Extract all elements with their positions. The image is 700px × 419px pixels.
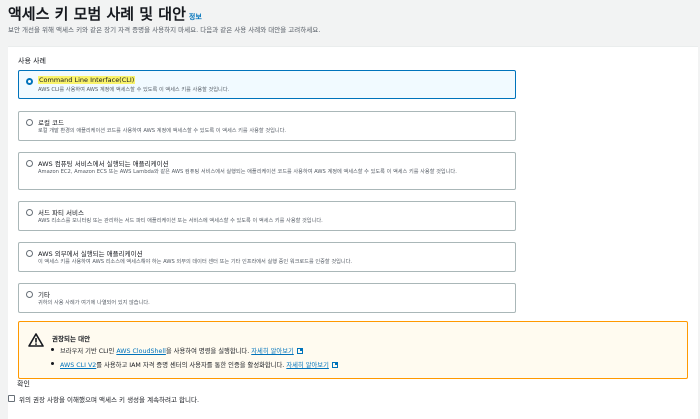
option-title-outside-aws: AWS 외부에서 실행되는 애플리케이션 <box>38 250 143 258</box>
option-desc-third-party: AWS 리소스를 모니터링 또는 관리하는 서드 파티 애플리케이션 또는 서비… <box>38 218 323 224</box>
alert-item1-pre: 브라우저 기반 CLI인 <box>60 348 115 355</box>
info-link[interactable]: 정보 <box>189 13 202 21</box>
use-case-option-cli[interactable]: Command Line Interface(CLI) AWS CLI를 사용하… <box>18 70 516 99</box>
option-title-cli: Command Line Interface(CLI) <box>38 76 136 84</box>
external-link-icon <box>296 348 303 354</box>
alert-title: 권장되는 대안 <box>52 335 91 343</box>
option-title-aws-compute: AWS 컴퓨팅 서비스에서 실행되는 애플리케이션 <box>38 160 169 168</box>
external-link-icon <box>331 362 338 368</box>
radio-third-party[interactable] <box>26 209 33 216</box>
use-case-label: 사용 사례 <box>18 57 46 65</box>
bullet <box>51 348 54 351</box>
option-title-third-party: 서드 파티 서비스 <box>38 209 84 217</box>
use-case-option-aws-compute[interactable]: AWS 컴퓨팅 서비스에서 실행되는 애플리케이션 Amazon EC2, Am… <box>18 152 516 190</box>
cli-v2-link[interactable]: AWS CLI V2 <box>60 362 96 369</box>
option-desc-outside-aws: 이 액세스 키를 사용하여 AWS 리소스에 액세스해야 하는 AWS 외부의 … <box>38 259 353 265</box>
option-title-local-code: 로컬 코드 <box>38 119 64 127</box>
alert-item2-post: 를 사용하고 IAM 자격 증명 센터의 사용자를 통한 인증을 활성화합니다. <box>96 362 285 369</box>
radio-aws-compute[interactable] <box>26 160 33 167</box>
use-case-panel: 사용 사례 Command Line Interface(CLI) AWS CL… <box>8 46 698 419</box>
use-case-option-local-code[interactable]: 로컬 코드 로컬 개발 환경의 애플리케이션 코드를 사용하여 AWS 계정에 … <box>18 111 516 141</box>
option-title-other: 기타 <box>38 291 50 299</box>
page-title-text: 액세스 키 모범 사례 및 대안 <box>8 5 186 23</box>
recommended-alternatives-alert: 권장되는 대안 브라우저 기반 CLI인 AWS CloudShell을 사용하… <box>18 321 688 379</box>
page-title: 액세스 키 모범 사례 및 대안 정보 <box>8 3 202 24</box>
learn-more-link-1[interactable]: 자세히 알아보기 <box>251 348 294 355</box>
bullet <box>51 362 54 365</box>
learn-more-link-2[interactable]: 자세히 알아보기 <box>286 362 329 369</box>
radio-other[interactable] <box>26 291 33 298</box>
confirmation-checkbox[interactable] <box>8 395 15 402</box>
page-subtitle: 보안 개선을 위해 액세스 키와 같은 장기 자격 증명을 사용하지 마세요. … <box>8 26 321 34</box>
use-case-option-other[interactable]: 기타 귀하의 사용 사례가 여기에 나열되어 있지 않습니다. <box>18 283 516 313</box>
option-desc-local-code: 로컬 개발 환경의 애플리케이션 코드를 사용하여 AWS 계정에 액세스할 수… <box>38 128 287 134</box>
radio-cli[interactable] <box>26 78 33 85</box>
use-case-option-third-party[interactable]: 서드 파티 서비스 AWS 리소스를 모니터링 또는 관리하는 서드 파티 애플… <box>18 201 516 231</box>
alert-item-cloudshell: 브라우저 기반 CLI인 AWS CloudShell을 사용하여 명령을 실행… <box>51 346 303 355</box>
option-desc-aws-compute: Amazon EC2, Amazon ECS 또는 AWS Lambda와 같은… <box>38 169 457 175</box>
use-case-option-outside-aws[interactable]: AWS 외부에서 실행되는 애플리케이션 이 액세스 키를 사용하여 AWS 리… <box>18 242 516 272</box>
confirmation-label: 확인 <box>17 380 30 388</box>
radio-outside-aws[interactable] <box>26 250 33 257</box>
radio-local-code[interactable] <box>26 119 33 126</box>
option-desc-cli: AWS CLI를 사용하여 AWS 계정에 액세스할 수 있도록 이 액세스 키… <box>38 87 230 93</box>
cloudshell-link[interactable]: AWS CloudShell <box>116 348 166 355</box>
warning-icon <box>28 333 44 347</box>
option-desc-other: 귀하의 사용 사례가 여기에 나열되어 있지 않습니다. <box>38 300 150 306</box>
alert-item1-post: 을 사용하여 명령을 실행합니다. <box>165 348 250 355</box>
alert-item-cli-v2: AWS CLI V2를 사용하고 IAM 자격 증명 센터의 사용자를 통한 인… <box>51 360 338 369</box>
confirmation-text: 위의 권장 사항을 이해했으며 액세스 키 생성을 계속하려고 합니다. <box>19 396 200 404</box>
